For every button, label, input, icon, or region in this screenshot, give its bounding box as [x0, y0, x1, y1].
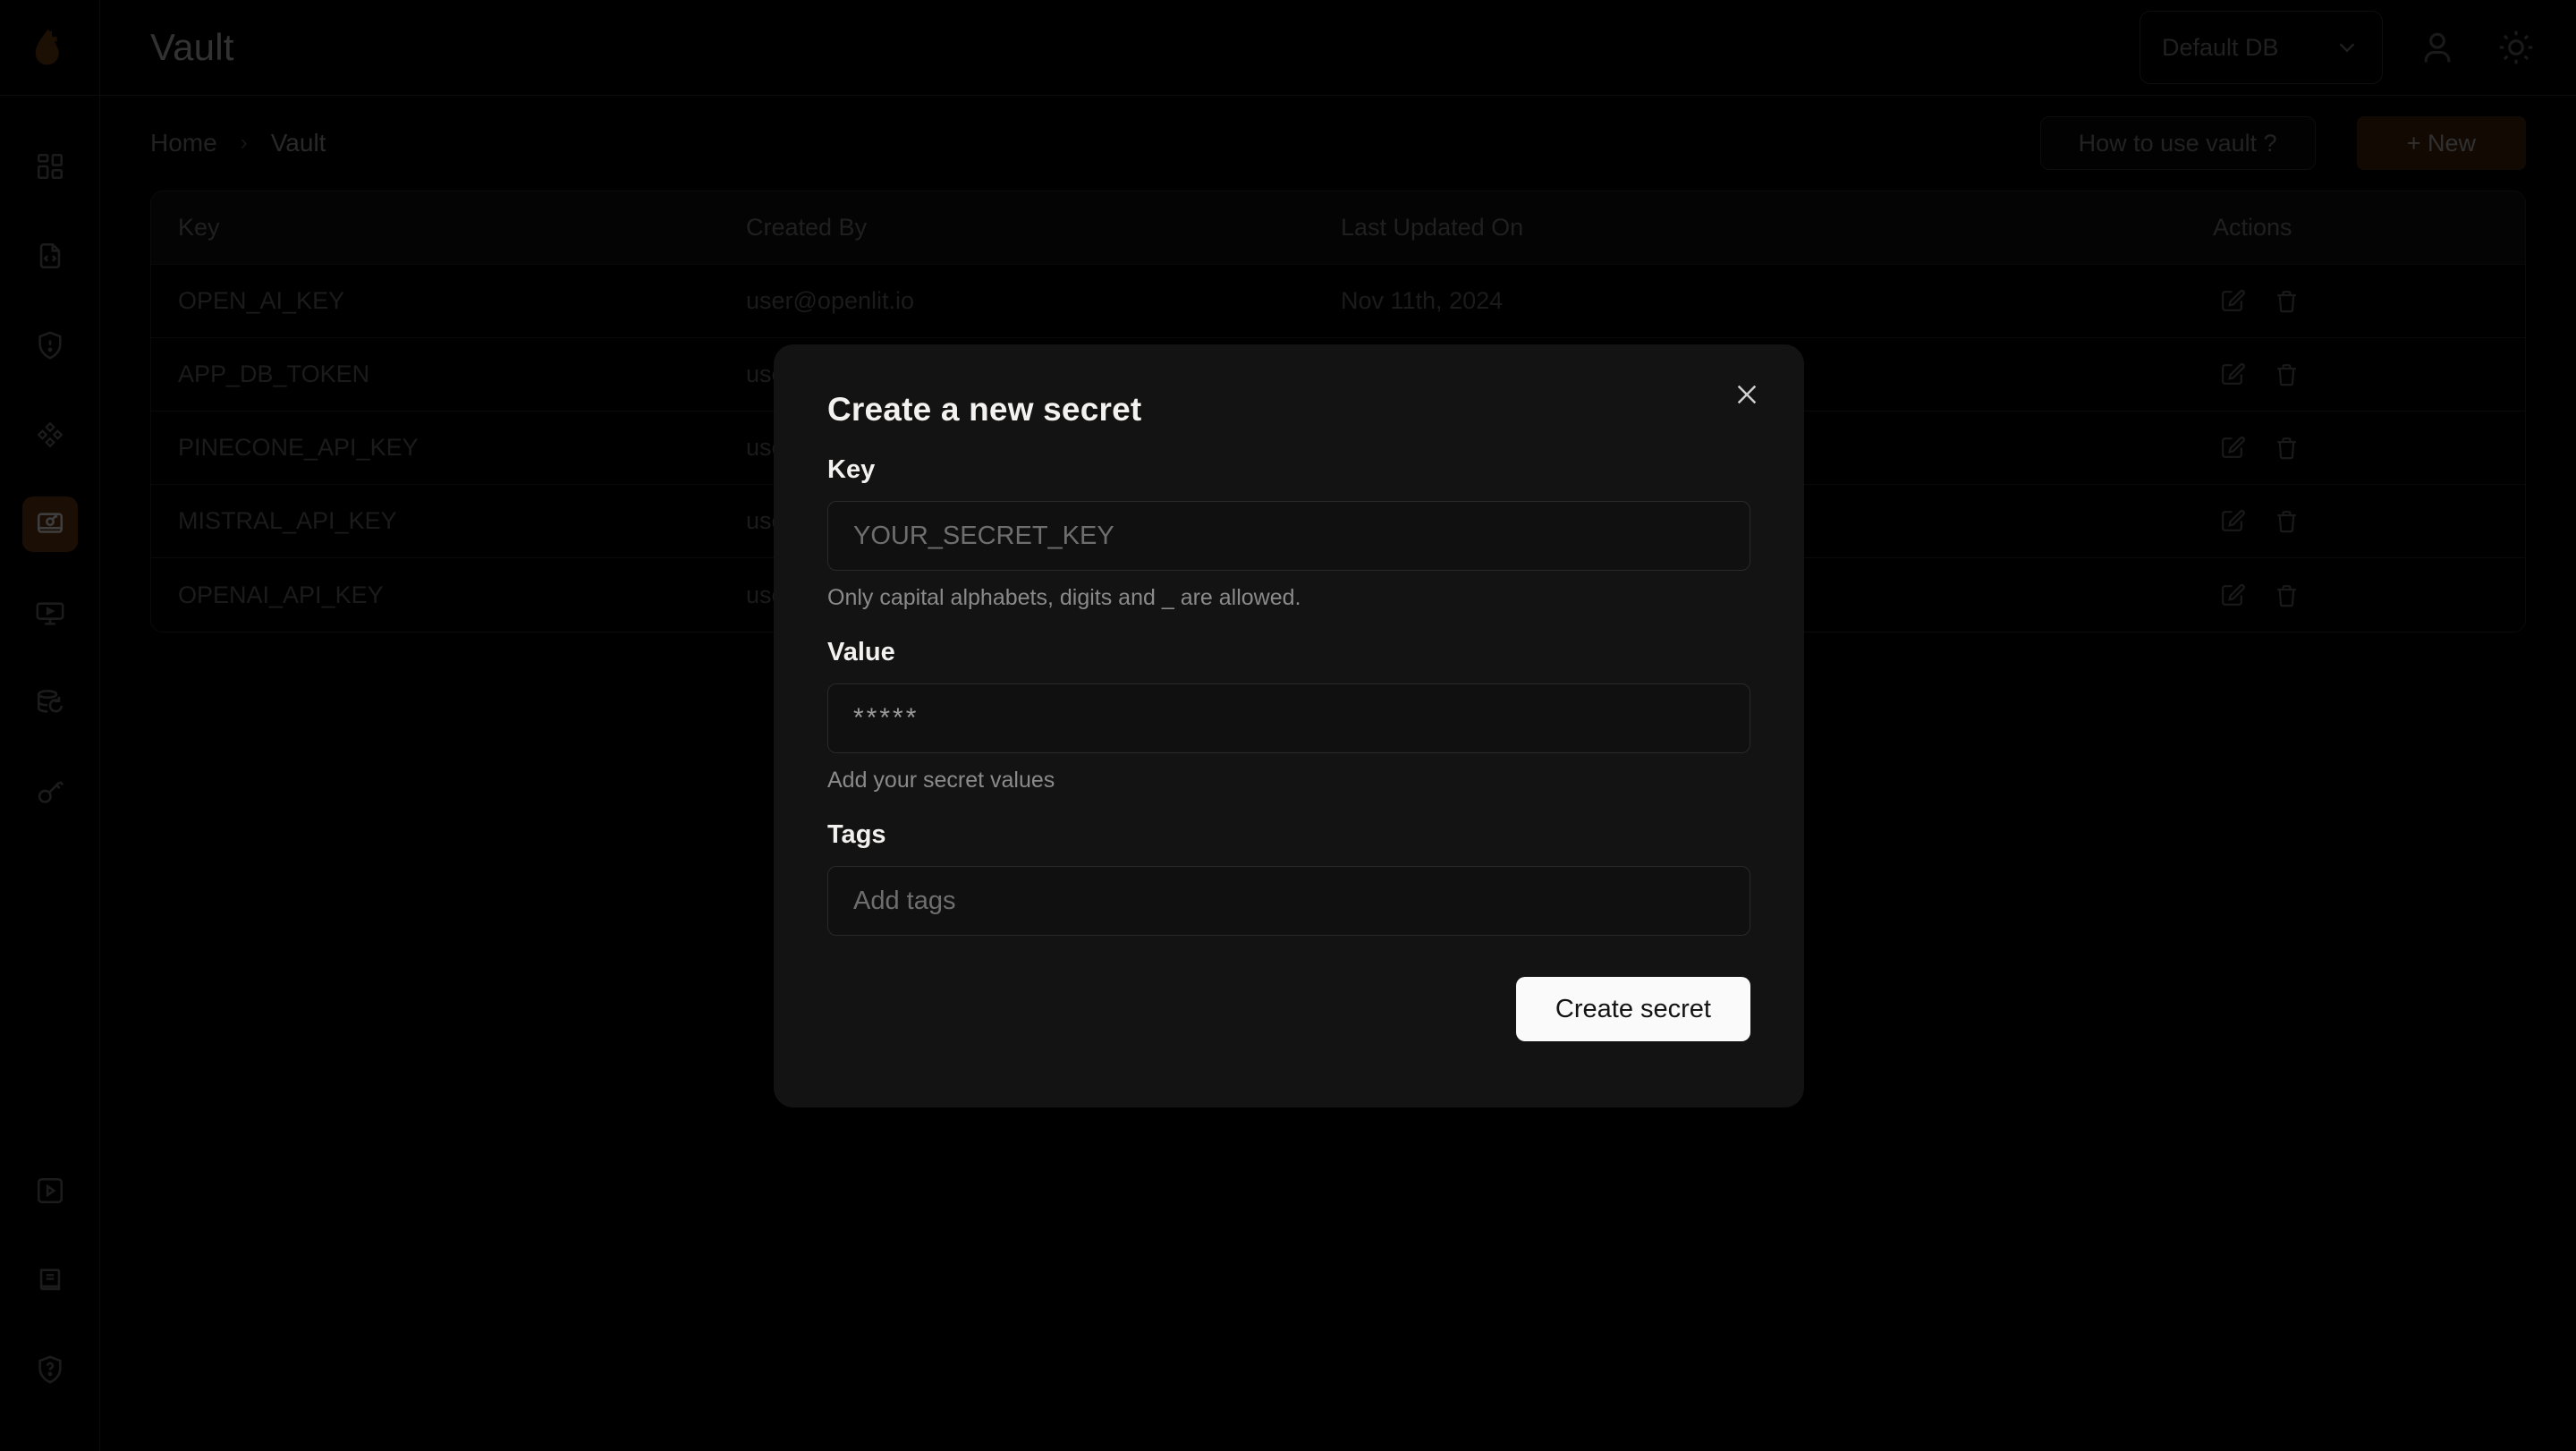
create-secret-modal: Create a new secret Key YOUR_SECRET_KEY … — [774, 344, 1804, 1107]
tags-field-group: Tags Add tags — [827, 820, 1750, 936]
value-field-group: Value ***** Add your secret values — [827, 638, 1750, 793]
close-icon — [1737, 385, 1757, 404]
value-input[interactable]: ***** — [827, 683, 1750, 753]
key-field-group: Key YOUR_SECRET_KEY Only capital alphabe… — [827, 455, 1750, 611]
value-field-help: Add your secret values — [827, 768, 1055, 793]
modal-title: Create a new secret — [827, 391, 1142, 428]
create-secret-button[interactable]: Create secret — [1515, 977, 1750, 1041]
key-input[interactable]: YOUR_SECRET_KEY — [827, 501, 1750, 571]
value-field-label: Value — [827, 638, 895, 666]
key-field-label: Key — [827, 455, 876, 484]
app-root: Vault Default DB — [0, 0, 2576, 1451]
key-field-help: Only capital alphabets, digits and _ are… — [827, 585, 1301, 610]
modal-close-button[interactable] — [1722, 369, 1772, 420]
modal-footer: Create secret — [827, 977, 1750, 1041]
tags-field-label: Tags — [827, 820, 886, 849]
tags-input[interactable]: Add tags — [827, 866, 1750, 936]
